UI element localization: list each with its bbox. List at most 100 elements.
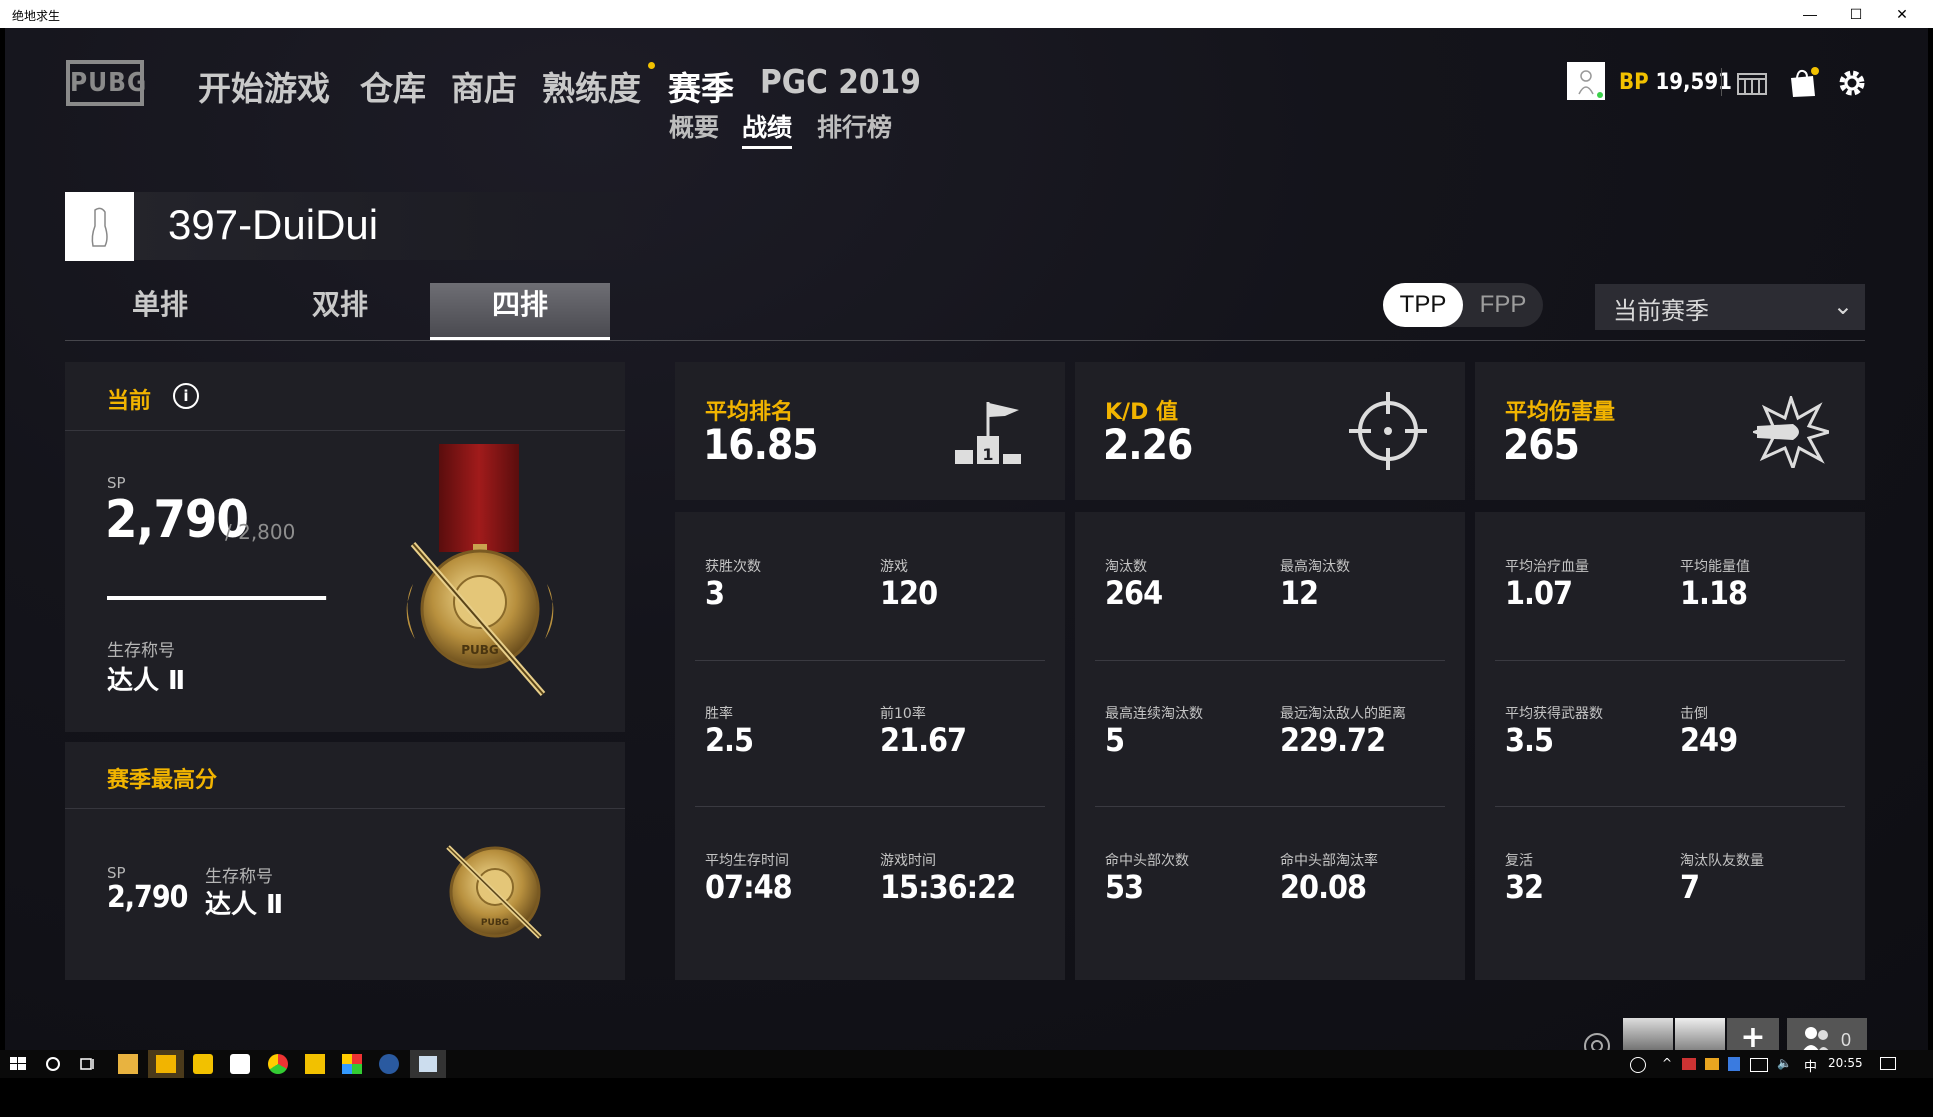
headshots-label: 命中头部次数 [1105,853,1189,869]
headshot-rate-label: 命中头部淘汰率 [1280,853,1378,869]
window-title: 绝地求生 [12,9,61,23]
taskbar-active-app[interactable] [148,1050,184,1078]
nav-inventory[interactable]: 仓库 [360,62,426,110]
windows-start-icon[interactable] [8,1054,28,1074]
team-kills-value: 7 [1680,868,1700,906]
people-icon[interactable] [1630,1057,1646,1073]
tab-divider [65,340,1865,341]
current-rank-panel: 当前 i SP 2,790 / 2,800 生存称号 达人 Ⅱ PUBG [65,362,625,732]
avg-weapons-label: 平均获得武器数 [1505,706,1603,722]
tpp-option[interactable]: TPP [1383,283,1463,327]
avg-heal-value: 1.07 [1505,574,1573,612]
survival-title-label: 生存称号 [107,641,175,661]
windows-taskbar: ^ 🔈 中 20:55 [0,1050,1933,1117]
nav-season[interactable]: 赛季 [668,62,734,110]
top10-rate-label: 前10率 [880,706,926,722]
tray-chevron-icon[interactable]: ^ [1662,1056,1672,1070]
app-icon[interactable] [193,1054,213,1074]
steam-icon[interactable] [379,1054,399,1074]
settings-gear-icon[interactable] [1835,66,1869,100]
info-icon[interactable]: i [173,383,199,409]
svg-text:PUBG: PUBG [481,918,509,928]
tray-app-icon[interactable] [1705,1058,1719,1070]
user-avatar-icon[interactable] [1567,62,1605,100]
knockdowns-label: 击倒 [1680,706,1708,722]
nav-mastery[interactable]: 熟练度 [542,62,641,110]
avg-rank-value: 16.85 [703,420,819,469]
revives-label: 复活 [1505,853,1533,869]
task-view-icon[interactable] [78,1054,98,1074]
fpp-option[interactable]: FPP [1463,283,1543,327]
nav-store[interactable]: 商店 [451,62,517,110]
sp-progress-track [107,596,327,600]
app-icon[interactable] [230,1054,250,1074]
svg-text:1: 1 [982,445,993,464]
longest-kill-label: 最远淘汰敌人的距离 [1280,706,1406,722]
perspective-toggle[interactable]: TPP FPP [1383,283,1543,327]
subnav-overview[interactable]: 概要 [669,108,719,144]
divider [1095,806,1445,807]
nav-pgc-2019[interactable]: PGC 2019 [760,62,921,101]
season-dropdown[interactable]: 当前赛季 ⌄ [1595,284,1865,330]
app-icon[interactable] [342,1054,362,1074]
games-label: 游戏 [880,559,908,575]
maximize-button[interactable]: ☐ [1833,0,1879,28]
tab-squad[interactable]: 四排 [430,283,610,340]
tab-solo[interactable]: 单排 [70,283,250,340]
avg-boost-value: 1.18 [1680,574,1748,612]
profile-avatar [65,192,134,261]
notification-center-icon[interactable] [1880,1057,1896,1070]
window-app-icon [419,1056,437,1072]
avg-weapons-value: 3.5 [1505,721,1554,759]
file-explorer-icon[interactable] [118,1054,138,1074]
knockdowns-value: 249 [1680,721,1738,759]
kill-streak-value: 5 [1105,721,1125,759]
avg-damage-card: 平均伤害量 265 [1475,362,1865,500]
kills-label: 淘汰数 [1105,559,1147,575]
season-dropdown-value: 当前赛季 [1613,297,1709,325]
taskbar-active-app[interactable] [410,1050,446,1078]
play-time-value: 15:36:22 [880,868,1016,906]
close-button[interactable]: ✕ [1879,0,1925,28]
win-rate-value: 2.5 [705,721,754,759]
party-member-avatar[interactable] [1675,1018,1725,1050]
window-titlebar: 绝地求生 — ☐ ✕ [0,0,1933,28]
crosshair-icon [1349,392,1427,470]
play-time-label: 游戏时间 [880,853,936,869]
app-icon[interactable] [305,1054,325,1074]
shopping-bag-icon[interactable] [1785,66,1819,100]
pubg-app-icon [156,1055,176,1073]
friends-button[interactable]: 0 [1787,1018,1867,1050]
ime-indicator[interactable]: 中 [1804,1056,1817,1075]
avg-survival-label: 平均生存时间 [705,853,789,869]
rank-medal-icon: PUBG [406,444,554,696]
stats-panel-general: 获胜次数 3 游戏 120 胜率 2.5 前10率 21.67 平均生存时间 0… [675,512,1065,980]
bp-label: BP [1619,70,1649,95]
tray-app-icon[interactable] [1682,1058,1696,1070]
nav-play[interactable]: 开始游戏 [198,62,330,110]
best-sp-value: 2,790 [107,880,188,915]
security-shield-icon[interactable] [1728,1057,1740,1071]
volume-icon[interactable]: 🔈 [1777,1056,1792,1070]
survival-title-value: 达人 Ⅱ [107,666,186,696]
add-party-member-button[interactable]: + [1727,1018,1779,1050]
subnav-leaderboard[interactable]: 排行榜 [817,108,892,144]
avg-boost-label: 平均能量值 [1680,559,1750,575]
player-name: 397-DuiDui [168,201,379,248]
minimize-button[interactable]: — [1787,0,1833,28]
tab-duo[interactable]: 双排 [250,283,430,340]
top10-rate-value: 21.67 [880,721,967,759]
revives-value: 32 [1505,868,1544,906]
chrome-icon[interactable] [268,1054,288,1074]
clock[interactable]: 20:55 [1828,1056,1863,1070]
search-circle-icon[interactable] [43,1054,63,1074]
crate-icon[interactable] [1735,66,1769,100]
party-member-avatar[interactable] [1623,1018,1673,1050]
pubg-logo[interactable]: PUBG [66,60,146,106]
avg-heal-label: 平均治疗血量 [1505,559,1589,575]
stats-panel-support: 平均治疗血量 1.07 平均能量值 1.18 平均获得武器数 3.5 击倒 24… [1475,512,1865,980]
game-window: PUBG 开始游戏 仓库 商店 熟练度 赛季 PGC 2019 概要 战绩 排行… [5,28,1928,1050]
network-icon[interactable] [1750,1058,1768,1072]
subnav-stats[interactable]: 战绩 [742,108,793,149]
radar-icon[interactable] [1580,1026,1614,1050]
